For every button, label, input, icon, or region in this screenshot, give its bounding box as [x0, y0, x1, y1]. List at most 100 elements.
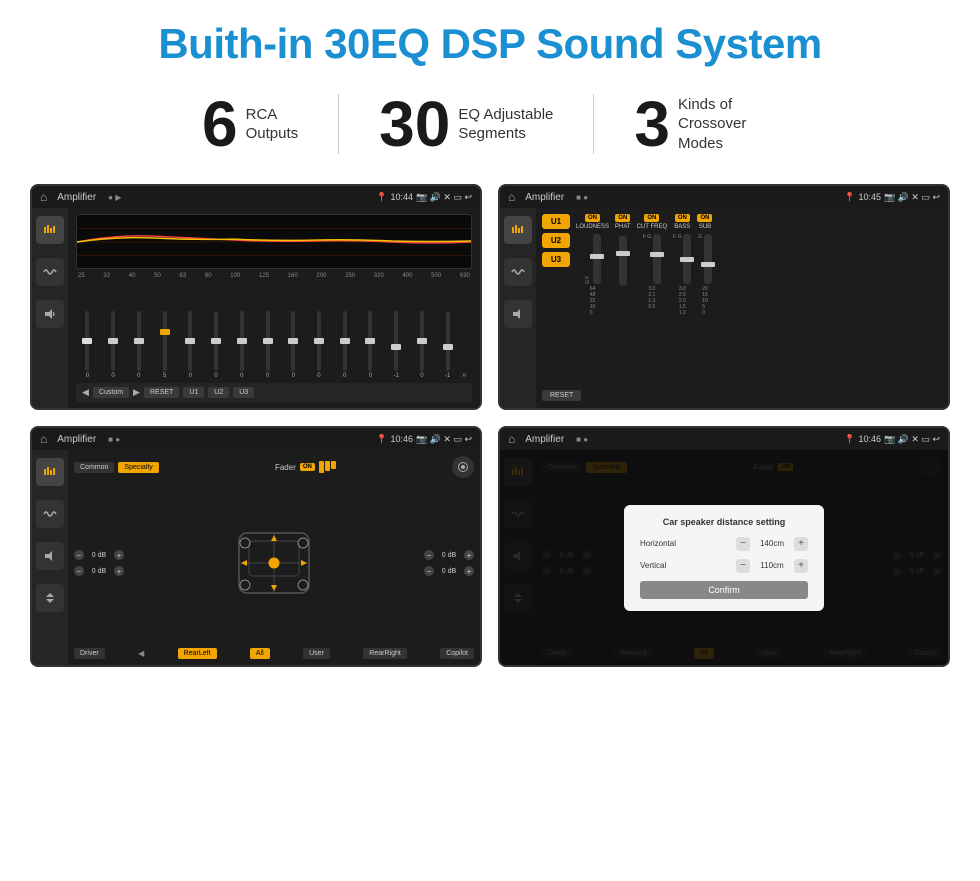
bass-slider[interactable]: [683, 234, 691, 284]
vertical-minus[interactable]: −: [736, 559, 750, 573]
bass-on[interactable]: ON: [675, 214, 690, 222]
cutfreq-slider[interactable]: [653, 234, 661, 284]
eq-slider-7[interactable]: 0: [256, 311, 279, 379]
eq-sidebar-speaker[interactable]: [36, 300, 64, 328]
eq-slider-0[interactable]: 0: [76, 311, 99, 379]
ctrl-sub: ON SUB G 20151050: [697, 214, 712, 380]
horizontal-control: − 140cm +: [736, 537, 808, 551]
eq-u1-btn[interactable]: U1: [183, 387, 204, 398]
eq-slider-11[interactable]: 0: [359, 311, 382, 379]
db-control-br: − 0 dB +: [424, 566, 474, 576]
expand-arrows[interactable]: »: [462, 370, 472, 379]
eq-slider-13[interactable]: 0: [411, 311, 434, 379]
crossover-reset-btn[interactable]: RESET: [542, 390, 581, 401]
crossover-controls: ON LOUDNESS G F 644832160 ON: [576, 214, 942, 380]
eq-slider-4[interactable]: 0: [179, 311, 202, 379]
db-minus-bl[interactable]: −: [74, 566, 84, 576]
eq-reset-btn[interactable]: RESET: [144, 387, 179, 398]
btn-rearleft[interactable]: RearLeft: [178, 648, 217, 659]
crossover-sidebar-speaker[interactable]: [504, 300, 532, 328]
home-icon-2: ⌂: [508, 190, 515, 204]
eq-slider-5[interactable]: 0: [205, 311, 228, 379]
db-control-bl: − 0 dB +: [74, 566, 124, 576]
phat-slider[interactable]: [619, 236, 627, 286]
eq-preset-custom[interactable]: Custom: [93, 387, 129, 398]
db-minus-br[interactable]: −: [424, 566, 434, 576]
fader-on-badge[interactable]: ON: [300, 463, 315, 471]
fader-settings-icon[interactable]: [452, 456, 474, 478]
loudness-on[interactable]: ON: [585, 214, 600, 222]
eq-sliders: 0 0 0 5: [76, 283, 472, 379]
loudness-slider[interactable]: [593, 234, 601, 284]
eq-prev-arrow[interactable]: ◀: [82, 387, 89, 398]
vertical-label: Vertical: [640, 561, 666, 570]
sub-on[interactable]: ON: [697, 214, 712, 222]
eq-freq-labels: 253240506380100125160200250320400500630: [76, 273, 472, 279]
crossover-sidebar-wave[interactable]: [504, 258, 532, 286]
btn-rearright[interactable]: RearRight: [363, 648, 407, 659]
dialog-rec-dots: ■ ●: [576, 435, 588, 444]
tab-specialty[interactable]: Specialty: [118, 462, 158, 473]
db-plus-tr[interactable]: +: [464, 550, 474, 560]
sub-slider[interactable]: [704, 234, 712, 284]
eq-slider-12[interactable]: -1: [385, 311, 408, 379]
btn-copilot[interactable]: Copilot: [440, 648, 474, 659]
crossover-screen-panel: ⌂ Amplifier ■ ● 📍 10:45 📷 🔊 ✕ ▭ ↩: [498, 184, 950, 410]
dialog-status-bar: ⌂ Amplifier ■ ● 📍 10:46 📷 🔊 ✕ ▭ ↩: [500, 428, 948, 450]
eq-slider-1[interactable]: 0: [102, 311, 125, 379]
eq-sidebar: [32, 208, 68, 408]
ctrl-loudness: ON LOUDNESS G F 644832160: [576, 214, 609, 380]
eq-slider-6[interactable]: 0: [230, 311, 253, 379]
eq-sidebar-wave[interactable]: [36, 258, 64, 286]
eq-slider-3[interactable]: 5: [153, 311, 176, 379]
fader-bottom-btns: Driver ◀ RearLeft All User RearRight Cop…: [74, 648, 474, 659]
bass-scale: 3.02.52.01.51.0: [679, 286, 686, 316]
eq-slider-10[interactable]: 0: [333, 311, 356, 379]
fader-sidebar-eq[interactable]: [36, 458, 64, 486]
fader-sidebar-speaker[interactable]: [36, 542, 64, 570]
eq-slider-9[interactable]: 0: [308, 311, 331, 379]
btn-all[interactable]: All: [250, 648, 270, 659]
sub-scale: 20151050: [702, 286, 708, 316]
crossover-u3[interactable]: U3: [542, 252, 570, 267]
btn-user[interactable]: User: [303, 648, 330, 659]
vertical-value: 110cm: [754, 561, 790, 570]
home-icon-3: ⌂: [40, 432, 47, 446]
crossover-screen-content: U1 U2 U3 ON LOUDNESS G F: [500, 208, 948, 408]
vertical-plus[interactable]: +: [794, 559, 808, 573]
eq-status-bar: ⌂ Amplifier ● ▶ 📍 10:44 📷 🔊 ✕ ▭ ↩: [32, 186, 480, 208]
cutfreq-on[interactable]: ON: [644, 214, 659, 222]
btn-driver[interactable]: Driver: [74, 648, 105, 659]
eq-next-arrow[interactable]: ▶: [133, 387, 140, 398]
horizontal-minus[interactable]: −: [736, 537, 750, 551]
eq-slider-8[interactable]: 0: [282, 311, 305, 379]
fader-sidebar-arrows[interactable]: [36, 584, 64, 612]
db-minus-tl[interactable]: −: [74, 550, 84, 560]
horizontal-label: Horizontal: [640, 539, 676, 548]
eq-u3-btn[interactable]: U3: [233, 387, 254, 398]
eq-graph: [76, 214, 472, 269]
crossover-sidebar-eq[interactable]: [504, 216, 532, 244]
crossover-app-title: Amplifier: [525, 192, 564, 203]
eq-slider-2[interactable]: 0: [127, 311, 150, 379]
db-minus-tr[interactable]: −: [424, 550, 434, 560]
fader-level-bars: [319, 461, 336, 473]
fader-rec-dots: ■ ●: [108, 435, 120, 444]
db-plus-br[interactable]: +: [464, 566, 474, 576]
crossover-u1[interactable]: U1: [542, 214, 570, 229]
fader-status-bar: ⌂ Amplifier ■ ● 📍 10:46 📷 🔊 ✕ ▭ ↩: [32, 428, 480, 450]
dialog-status-icons: 📍 10:46 📷 🔊 ✕ ▭ ↩: [844, 434, 940, 445]
home-icon: ⌂: [40, 190, 47, 204]
eq-sidebar-equalizer[interactable]: [36, 216, 64, 244]
fader-sidebar-wave[interactable]: [36, 500, 64, 528]
confirm-button[interactable]: Confirm: [640, 581, 808, 599]
tab-common[interactable]: Common: [74, 462, 114, 473]
eq-u2-btn[interactable]: U2: [208, 387, 229, 398]
cutfreq-scale: 3.02.11.30.5: [648, 286, 655, 310]
phat-on[interactable]: ON: [615, 214, 630, 222]
crossover-u2[interactable]: U2: [542, 233, 570, 248]
horizontal-plus[interactable]: +: [794, 537, 808, 551]
eq-slider-14[interactable]: -1: [436, 311, 459, 379]
db-plus-tl[interactable]: +: [114, 550, 124, 560]
db-plus-bl[interactable]: +: [114, 566, 124, 576]
